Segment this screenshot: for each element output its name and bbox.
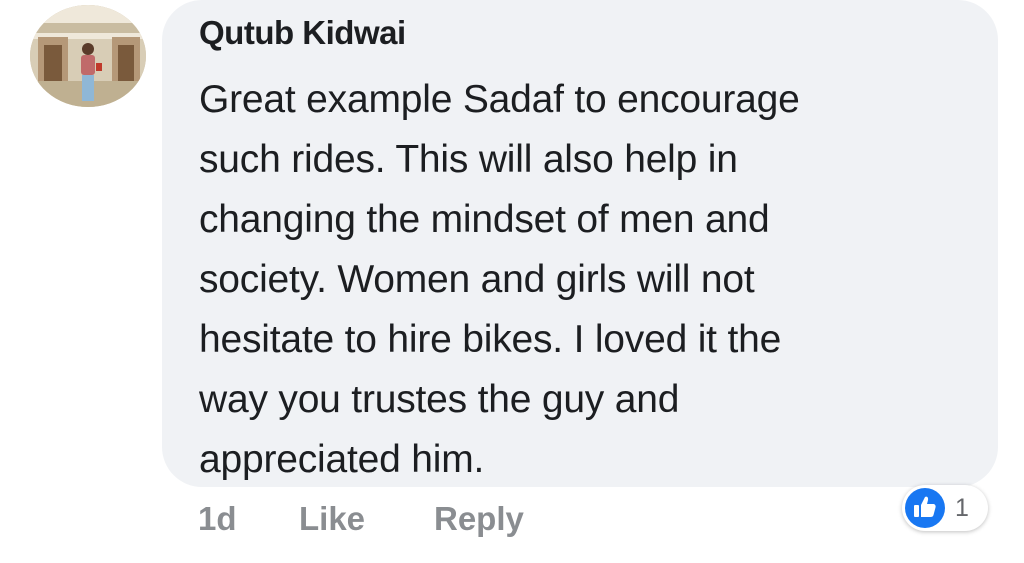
comment-text: Great example Sadaf to encourage such ri… [199,70,969,490]
comment-text-line: appreciated him. [199,438,485,481]
comment-text-line: way you trustes the guy and [199,378,680,421]
comment-text-line: changing the mindset of men and [199,198,770,241]
thumbs-up-icon [905,488,945,528]
avatar[interactable] [30,5,146,107]
comment-container: Qutub Kidwai Great example Sadaf to enco… [0,0,1024,563]
reaction-count: 1 [955,494,969,522]
like-button[interactable]: Like [299,500,365,538]
reaction-summary[interactable]: 1 [902,485,988,531]
comment-text-line: such rides. This will also help in [199,138,738,181]
avatar-photo [30,5,146,107]
comment-text-line: society. Women and girls will not [199,258,755,301]
reply-button[interactable]: Reply [434,500,524,538]
comment-text-line: Great example Sadaf to encourage [199,78,800,121]
comment-text-line: hesitate to hire bikes. I loved it the [199,318,782,361]
comment-timestamp[interactable]: 1d [198,500,237,538]
author-name[interactable]: Qutub Kidwai [199,14,406,52]
